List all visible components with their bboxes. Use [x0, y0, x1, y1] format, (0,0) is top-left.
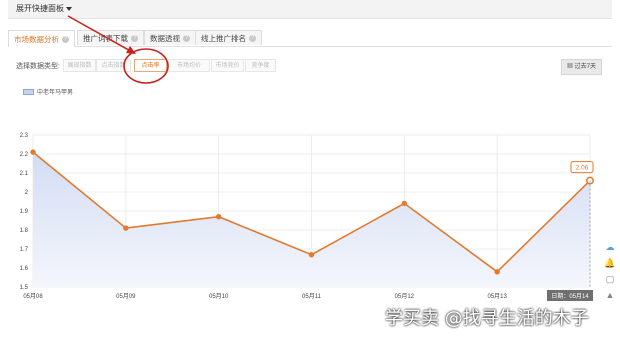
- filter-option-impressions[interactable]: 展现指数: [63, 59, 96, 72]
- bell-icon[interactable]: 🔔: [604, 257, 616, 269]
- y-tick-label: 2.3: [20, 133, 29, 139]
- period-label: 过去7天: [574, 64, 596, 70]
- help-icon[interactable]: ?: [62, 35, 69, 43]
- legend-swatch: [23, 88, 34, 95]
- tab-market-analysis[interactable]: 市场数据分析 ?: [8, 30, 75, 47]
- expand-quick-panel-label: 展开快捷面板: [16, 4, 64, 13]
- x-tick-label: 05月09: [116, 293, 136, 300]
- side-toolbar: ☁ 🔔 ▢ ▲: [603, 241, 617, 301]
- tooltip-value: 2.06: [576, 165, 589, 172]
- tab-label: 推广词表下载: [83, 33, 128, 43]
- tab-label: 市场数据分析: [14, 34, 59, 44]
- y-tick-label: 1.9: [20, 209, 29, 215]
- tab-online-ranking[interactable]: 线上推广排名 ?: [195, 30, 262, 45]
- data-point: [215, 214, 222, 220]
- data-point: [30, 149, 36, 155]
- x-tick-label: 05月08: [23, 293, 43, 300]
- caret-down-icon: [66, 6, 72, 11]
- watermark: 学买卖 @找寻生活的木子: [385, 308, 589, 329]
- cloud-icon[interactable]: ☁: [604, 241, 616, 253]
- period-selector-button[interactable]: ▦ 过去7天: [560, 59, 602, 75]
- legend-label: 中老年马甲男: [37, 90, 74, 96]
- tab-label: 数据透视: [150, 33, 180, 43]
- filter-option-avg-price[interactable]: 市场均价: [168, 59, 210, 72]
- help-icon[interactable]: ?: [131, 34, 138, 42]
- chart-legend[interactable]: 中老年马甲男: [23, 87, 73, 96]
- help-icon[interactable]: ?: [183, 34, 190, 42]
- y-tick-label: 1.8: [20, 228, 29, 234]
- chat-icon[interactable]: ▢: [604, 273, 616, 285]
- y-tick-label: 1.5: [20, 285, 29, 291]
- data-point: [308, 252, 315, 258]
- filter-option-ctr[interactable]: 点击率: [134, 59, 167, 72]
- filter-option-bid[interactable]: 市场竞价: [211, 59, 244, 72]
- tab-data-pivot[interactable]: 数据透视 ?: [144, 30, 196, 45]
- x-tick-label: 05月10: [209, 293, 229, 300]
- y-tick-label: 1.6: [20, 266, 29, 272]
- x-tick-label: 05月13: [487, 293, 507, 300]
- tab-keyword-download[interactable]: 推广词表下载 ?: [77, 30, 144, 45]
- x-tick-label: 05月11: [302, 293, 322, 300]
- data-point: [494, 269, 500, 275]
- y-tick-label: 2.2: [20, 152, 29, 158]
- tab-label: 线上推广排名: [201, 33, 246, 43]
- line-chart[interactable]: 2.3 2.2 2.1 2 1.9 1.8 1.7 1.6 1.5 05月08 05月09 05月10…: [0, 80, 620, 333]
- help-icon[interactable]: ?: [249, 34, 256, 42]
- filter-option-competition[interactable]: 竞争度: [245, 59, 276, 72]
- annotation-arrowhead-icon: [126, 46, 136, 54]
- y-tick-label: 1.7: [20, 247, 29, 253]
- analysis-tabs: 市场数据分析 ? 推广词表下载 ? 数据透视 ? 线上推广排名 ?: [8, 30, 612, 47]
- data-point: [123, 225, 129, 231]
- data-point: [401, 200, 408, 207]
- filter-label: 选择数据类型:: [16, 63, 60, 70]
- hover-date-label: 日期：05月14: [551, 292, 589, 300]
- quick-panel-bar: 展开快捷面板: [8, 0, 612, 19]
- y-tick-label: 2: [25, 190, 29, 196]
- data-type-filter: 选择数据类型: 展现指数 点击指数 点击率 市场均价 市场竞价 竞争度 ▦ 过去…: [8, 56, 612, 76]
- chart-area: 中老年马甲男 2.3 2.2 2.1 2 1.9 1.8 1.7 1.6 1.5 05月08 05月…: [0, 80, 620, 333]
- filter-option-clicks[interactable]: 点击指数: [96, 59, 131, 72]
- expand-quick-panel-toggle[interactable]: 展开快捷面板: [16, 3, 72, 14]
- x-tick-label: 05月12: [395, 293, 415, 300]
- up-arrow-icon[interactable]: ▲: [604, 289, 616, 301]
- y-tick-label: 2.1: [20, 171, 29, 177]
